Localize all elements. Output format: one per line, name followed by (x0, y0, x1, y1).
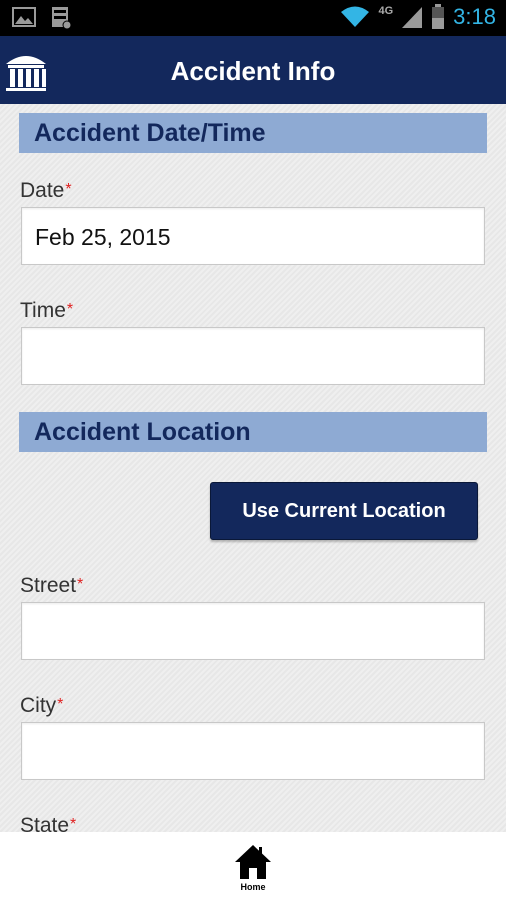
page-title: Accident Info (170, 56, 336, 86)
street-field[interactable] (21, 602, 485, 660)
storage-icon (52, 7, 72, 30)
city-label: City* (20, 694, 64, 717)
wifi-icon (341, 6, 370, 27)
required-marker: * (65, 181, 72, 198)
home-icon (235, 845, 271, 879)
battery-icon (432, 4, 445, 29)
city-field[interactable] (21, 722, 485, 780)
required-marker: * (77, 576, 84, 593)
time-field[interactable] (21, 327, 485, 385)
form-content[interactable]: Accident Date/Time Date* Feb 25, 2015 Ti… (0, 104, 506, 832)
street-label: Street* (20, 574, 84, 597)
network-type: 4G (378, 5, 394, 17)
use-current-location-button[interactable]: Use Current Location (210, 482, 478, 540)
home-label: Home (240, 882, 266, 892)
section-header-location: Accident Location (19, 412, 487, 452)
state-label: State* (20, 814, 77, 832)
image-icon (12, 7, 36, 27)
required-marker: * (70, 816, 77, 832)
required-marker: * (66, 301, 74, 318)
app-header: Accident Info (0, 36, 506, 104)
required-marker: * (57, 696, 64, 713)
date-label: Date* (20, 179, 72, 202)
signal-icon (402, 7, 423, 28)
home-button[interactable]: Home (228, 842, 278, 896)
status-bar: 4G 3:18 (0, 0, 506, 36)
bottom-nav: Home (0, 832, 506, 900)
time-label: Time* (20, 299, 74, 322)
clock: 3:18 (453, 4, 496, 29)
section-header-datetime: Accident Date/Time (19, 113, 487, 153)
date-field[interactable]: Feb 25, 2015 (21, 207, 485, 265)
